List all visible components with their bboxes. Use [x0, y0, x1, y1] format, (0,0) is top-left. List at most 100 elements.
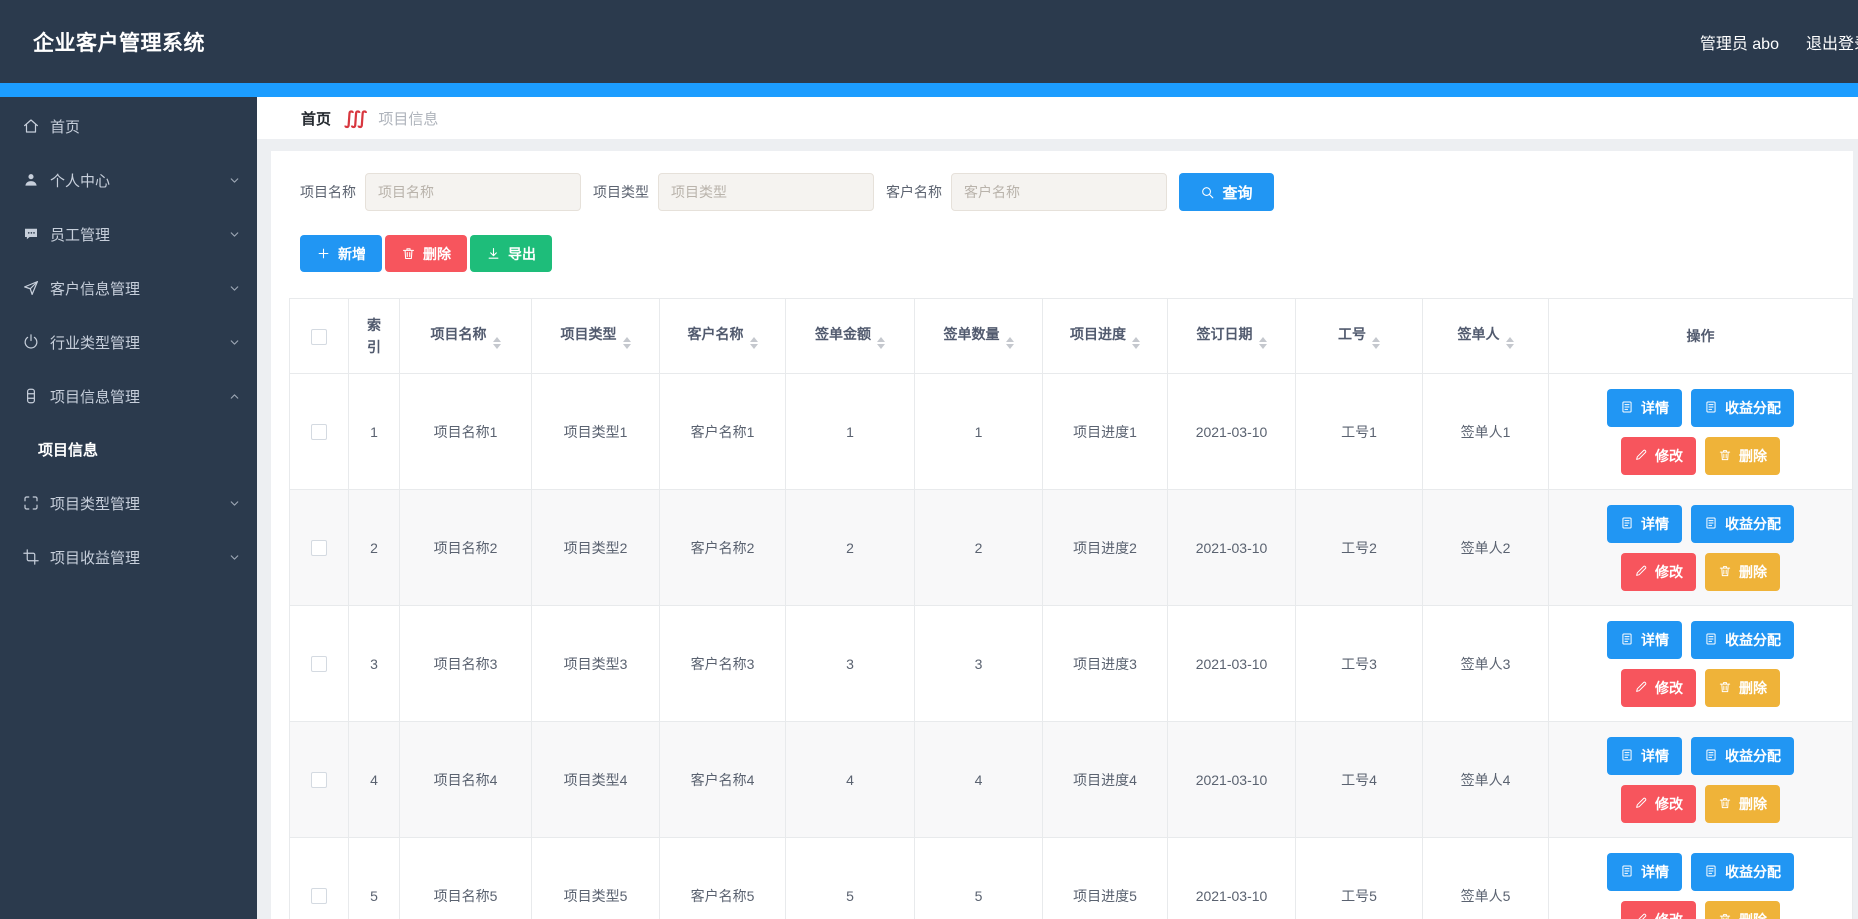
breadcrumb-home[interactable]: 首页	[301, 108, 331, 129]
sidebar-item-profile[interactable]: 个人中心	[0, 153, 257, 207]
income-assign-button[interactable]: 收益分配	[1691, 853, 1794, 891]
sort-icon[interactable]	[750, 337, 758, 350]
cell-progress: 项目进度3	[1043, 606, 1168, 722]
edit-button-label: 修改	[1655, 910, 1683, 919]
row-checkbox[interactable]	[311, 424, 327, 440]
edit-button[interactable]: 修改	[1621, 437, 1696, 475]
cell-worker: 工号4	[1296, 722, 1423, 838]
cell-amount: 3	[786, 606, 915, 722]
column-label: 项目进度	[1070, 326, 1126, 342]
cell-quantity: 2	[915, 490, 1043, 606]
row-delete-button[interactable]: 删除	[1705, 669, 1780, 707]
sort-icon[interactable]	[877, 337, 885, 350]
chevron-down-icon	[228, 497, 241, 510]
delete-button[interactable]: 删除	[385, 235, 467, 272]
edit-button-label: 修改	[1655, 446, 1683, 466]
edit-icon	[1634, 680, 1649, 695]
row-delete-button[interactable]: 删除	[1705, 901, 1780, 919]
sidebar-item-staff[interactable]: 员工管理	[0, 207, 257, 261]
detail-button[interactable]: 详情	[1607, 505, 1682, 543]
income-assign-button[interactable]: 收益分配	[1691, 389, 1794, 427]
sidebar-subitem-project-info-list[interactable]: 项目信息	[0, 423, 257, 476]
detail-button[interactable]: 详情	[1607, 853, 1682, 891]
sidebar: 首页 个人中心 员工管理 客户信息管理 行业类型管理 项目信息管理 项目信息 项…	[0, 97, 257, 919]
sort-icon[interactable]	[1372, 337, 1380, 350]
sidebar-item-home[interactable]: 首页	[0, 99, 257, 153]
row-delete-button-label: 删除	[1739, 562, 1767, 582]
logout-link[interactable]: 退出登录	[1806, 30, 1858, 54]
sidebar-item-project-type[interactable]: 项目类型管理	[0, 476, 257, 530]
sort-icon[interactable]	[1132, 337, 1140, 350]
app-title: 企业客户管理系统	[33, 27, 205, 57]
sort-icon[interactable]	[1006, 337, 1014, 350]
sort-icon[interactable]	[1259, 337, 1267, 350]
column-header-progress[interactable]: 项目进度	[1043, 299, 1168, 374]
sidebar-menu: 首页 个人中心 员工管理 客户信息管理 行业类型管理 项目信息管理 项目信息 项…	[0, 97, 257, 584]
add-button[interactable]: 新增	[300, 235, 382, 272]
message-icon	[22, 225, 40, 243]
income-assign-button[interactable]: 收益分配	[1691, 505, 1794, 543]
row-checkbox[interactable]	[311, 540, 327, 556]
column-header-date[interactable]: 签订日期	[1168, 299, 1296, 374]
column-header-signer[interactable]: 签单人	[1423, 299, 1549, 374]
column-header-worker[interactable]: 工号	[1296, 299, 1423, 374]
column-header-type[interactable]: 项目类型	[532, 299, 660, 374]
detail-button[interactable]: 详情	[1607, 737, 1682, 775]
row-delete-button[interactable]: 删除	[1705, 553, 1780, 591]
export-button[interactable]: 导出	[470, 235, 552, 272]
detail-button[interactable]: 详情	[1607, 621, 1682, 659]
income-assign-button[interactable]: 收益分配	[1691, 737, 1794, 775]
cell-worker: 工号5	[1296, 838, 1423, 919]
cell-index: 2	[349, 490, 400, 606]
cell-signer: 签单人5	[1423, 838, 1549, 919]
row-checkbox[interactable]	[311, 656, 327, 672]
select-all-checkbox[interactable]	[311, 329, 327, 345]
project-name-input[interactable]	[365, 173, 581, 211]
sidebar-item-label: 行业类型管理	[50, 332, 140, 353]
cell-type: 项目类型5	[532, 838, 660, 919]
cell-quantity: 5	[915, 838, 1043, 919]
file-icon	[1620, 748, 1635, 763]
cell-worker: 工号2	[1296, 490, 1423, 606]
edit-button[interactable]: 修改	[1621, 785, 1696, 823]
sort-icon[interactable]	[1506, 337, 1514, 350]
export-button-label: 导出	[508, 244, 536, 264]
row-delete-button[interactable]: 删除	[1705, 437, 1780, 475]
income-assign-button-label: 收益分配	[1725, 398, 1781, 418]
breadcrumb: 首页 ∭ 项目信息	[257, 97, 1858, 139]
breadcrumb-separator-icon: ∭	[344, 108, 367, 129]
search-button[interactable]: 查询	[1179, 173, 1274, 211]
sidebar-item-project-income[interactable]: 项目收益管理	[0, 530, 257, 584]
row-checkbox[interactable]	[311, 888, 327, 904]
income-assign-button[interactable]: 收益分配	[1691, 621, 1794, 659]
column-header-amount[interactable]: 签单金额	[786, 299, 915, 374]
download-icon	[486, 246, 501, 261]
row-delete-button[interactable]: 删除	[1705, 785, 1780, 823]
edit-button[interactable]: 修改	[1621, 553, 1696, 591]
file-icon	[1704, 748, 1719, 763]
sidebar-item-customer-info[interactable]: 客户信息管理	[0, 261, 257, 315]
navbar-right: 管理员 abo 退出登录	[1700, 30, 1858, 54]
column-header-quantity[interactable]: 签单数量	[915, 299, 1043, 374]
edit-button[interactable]: 修改	[1621, 901, 1696, 919]
project-type-input[interactable]	[658, 173, 874, 211]
column-label: 客户名称	[688, 326, 744, 342]
column-header-name[interactable]: 项目名称	[400, 299, 532, 374]
file-icon	[1704, 632, 1719, 647]
sidebar-item-label: 个人中心	[50, 170, 110, 191]
edit-button[interactable]: 修改	[1621, 669, 1696, 707]
customer-name-input[interactable]	[951, 173, 1167, 211]
row-select-cell	[290, 490, 349, 606]
sidebar-item-project-info[interactable]: 项目信息管理	[0, 369, 257, 423]
detail-button[interactable]: 详情	[1607, 389, 1682, 427]
row-select-cell	[290, 374, 349, 490]
column-header-customer[interactable]: 客户名称	[660, 299, 786, 374]
row-actions: 详情 收益分配 修改 删除	[1549, 853, 1852, 919]
row-select-cell	[290, 722, 349, 838]
cell-signer: 签单人4	[1423, 722, 1549, 838]
crop-icon	[22, 548, 40, 566]
sort-icon[interactable]	[623, 337, 631, 350]
sidebar-item-industry-type[interactable]: 行业类型管理	[0, 315, 257, 369]
sort-icon[interactable]	[493, 337, 501, 350]
row-checkbox[interactable]	[311, 772, 327, 788]
